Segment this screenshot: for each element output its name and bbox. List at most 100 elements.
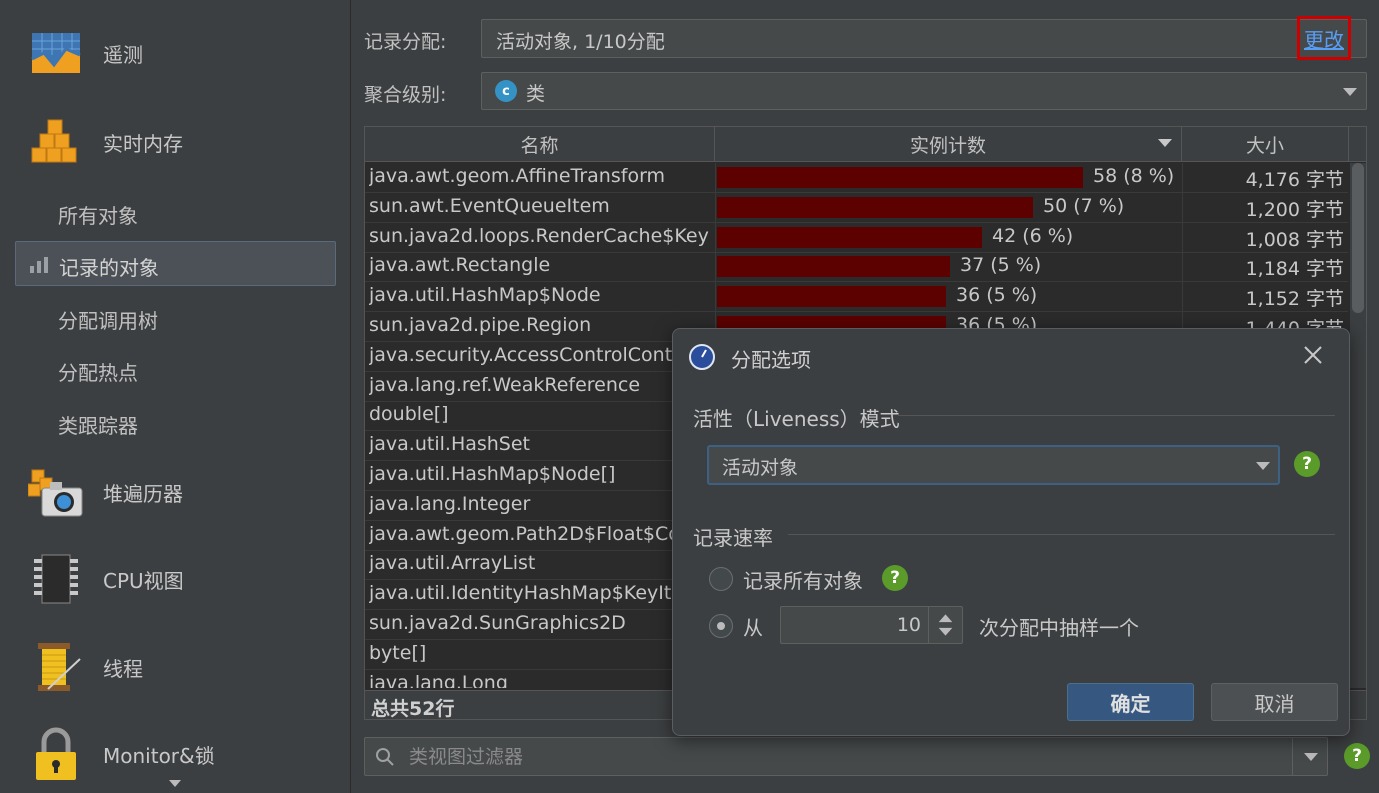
- sidebar-item-class-tracker[interactable]: 类跟踪器: [58, 410, 138, 439]
- sample-suffix-label: 次分配中抽样一个: [979, 616, 1139, 640]
- class-view-filter: [364, 737, 1328, 776]
- table-row[interactable]: java.awt.Rectangle 37 (5 %) 1,184 字节: [365, 252, 1348, 283]
- sidebar-item-label: 实时内存: [103, 131, 183, 156]
- cpu-chip-icon: [34, 554, 78, 604]
- table-scrollbar[interactable]: [1350, 163, 1366, 688]
- help-icon[interactable]: ?: [1294, 451, 1320, 477]
- sidebar: 遥测 实时内存 所有对象 记录的对象 分配调用树 分配热点 类跟踪器 堆遍历器: [0, 0, 351, 793]
- sample-prefix-label: 从: [743, 616, 763, 640]
- bar-chart-icon: [30, 257, 48, 273]
- class-name-cell: sun.awt.EventQueueItem: [369, 194, 610, 217]
- instance-count-bar: [717, 256, 950, 278]
- sidebar-item-allocation-call-tree[interactable]: 分配调用树: [58, 305, 158, 334]
- sidebar-item-telemetry[interactable]: 遥测: [0, 18, 351, 88]
- table-row[interactable]: sun.java2d.loops.RenderCache$Key 42 (6 %)…: [365, 223, 1348, 253]
- class-name-cell: java.util.HashMap$Node: [369, 284, 601, 307]
- instance-count-cell: 37 (5 %): [960, 254, 1042, 277]
- spinner-arrows-icon[interactable]: [928, 607, 962, 643]
- filter-history-dropdown[interactable]: [1292, 737, 1328, 776]
- aggregation-level-value: 类: [526, 83, 546, 105]
- sidebar-item-all-objects[interactable]: 所有对象: [58, 200, 138, 229]
- instance-count-cell: 50 (7 %): [1043, 194, 1125, 217]
- help-icon[interactable]: ?: [1344, 743, 1370, 769]
- record-all-radio[interactable]: [709, 567, 733, 591]
- class-name-cell: java.util.IdentityHashMap$KeyIterator: [369, 582, 709, 605]
- sidebar-item-live-memory[interactable]: 实时内存: [0, 107, 351, 177]
- class-name-cell: java.util.HashMap$Node[]: [369, 463, 616, 485]
- table-row[interactable]: sun.awt.EventQueueItem 50 (7 %) 1,200 字节: [365, 193, 1348, 223]
- instance-count-cell: 58 (8 %): [1093, 165, 1175, 187]
- column-header-size[interactable]: 大小: [1182, 127, 1349, 162]
- group-separator: [898, 415, 1335, 416]
- scroll-down-arrow-icon[interactable]: [169, 780, 181, 787]
- sidebar-item-label: CPU视图: [103, 568, 184, 593]
- sidebar-item-label: 线程: [103, 656, 143, 681]
- sidebar-item-threads[interactable]: 线程: [0, 632, 351, 702]
- sidebar-item-monitors-locks[interactable]: Monitor&锁: [0, 719, 351, 789]
- class-name-cell: sun.java2d.loops.RenderCache$Key: [369, 224, 709, 247]
- sample-rate-spinner: [780, 606, 963, 644]
- chevron-down-icon: [1304, 753, 1318, 761]
- chevron-down-icon: [1256, 462, 1270, 470]
- column-header-name[interactable]: 名称: [365, 127, 715, 162]
- liveness-mode-select[interactable]: 活动对象: [707, 445, 1280, 485]
- class-name-cell: java.security.AccessControlContext: [369, 343, 703, 366]
- instance-count-bar: [717, 196, 1033, 218]
- class-name-cell: sun.java2d.SunGraphics2D: [369, 612, 626, 634]
- class-name-cell: byte[]: [369, 641, 427, 664]
- recording-rate-group-title: 记录速率: [693, 526, 773, 550]
- sidebar-item-allocation-hot-spots[interactable]: 分配热点: [58, 357, 138, 386]
- sidebar-item-recorded-objects[interactable]: 记录的对象: [15, 241, 336, 286]
- change-link[interactable]: 更改: [1297, 16, 1351, 60]
- aggregation-level-select[interactable]: c 类: [481, 72, 1367, 110]
- close-icon[interactable]: [1301, 343, 1325, 367]
- table-row[interactable]: java.util.HashMap$Node 36 (5 %) 1,152 字节: [365, 282, 1348, 313]
- sidebar-item-cpu-views[interactable]: CPU视图: [0, 544, 351, 614]
- gauge-icon: [689, 344, 715, 370]
- class-name-cell: java.lang.Integer: [369, 492, 531, 515]
- class-name-cell: double[]: [369, 403, 449, 426]
- sidebar-item-label: Monitor&锁: [103, 743, 215, 768]
- instance-count-cell: 36 (5 %): [956, 284, 1038, 307]
- group-separator: [788, 534, 1335, 535]
- class-name-cell: java.lang.ref.WeakReference: [369, 373, 641, 396]
- size-cell: 1,200 字节: [1245, 198, 1344, 221]
- live-memory-icon: [31, 119, 77, 163]
- dialog-title: 分配选项: [731, 348, 811, 372]
- filter-input[interactable]: [409, 742, 1289, 771]
- search-icon[interactable]: [375, 747, 395, 767]
- column-header-instance-count[interactable]: 实例计数: [715, 127, 1182, 162]
- sample-radio[interactable]: [709, 614, 733, 638]
- record-allocations-field: 活动对象, 1/10分配: [481, 19, 1367, 58]
- cancel-button[interactable]: 取消: [1211, 683, 1338, 721]
- liveness-group-title: 活性（Liveness）模式: [693, 407, 900, 431]
- telemetry-icon: [31, 33, 81, 73]
- scrollbar-thumb[interactable]: [1352, 163, 1364, 313]
- help-icon[interactable]: ?: [882, 565, 908, 591]
- instance-count-cell: 42 (6 %): [992, 224, 1074, 247]
- aggregation-level-label: 聚合级别:: [364, 84, 447, 106]
- padlock-icon: [36, 727, 76, 780]
- size-cell: 1,152 字节: [1245, 288, 1344, 311]
- table-header: 名称 实例计数 大小: [365, 127, 1366, 162]
- chevron-down-icon: [1343, 88, 1357, 96]
- instance-count-bar: [717, 167, 1083, 188]
- sidebar-item-label: 遥测: [103, 42, 143, 67]
- table-row[interactable]: java.awt.geom.AffineTransform 58 (8 %) 4,1…: [365, 163, 1348, 193]
- sidebar-item-label: 记录的对象: [59, 256, 159, 280]
- instance-count-bar: [717, 226, 982, 248]
- ok-button[interactable]: 确定: [1067, 683, 1194, 721]
- record-allocations-label: 记录分配:: [364, 31, 447, 53]
- size-cell: 1,008 字节: [1245, 228, 1344, 251]
- heap-walker-icon: [28, 469, 83, 517]
- sidebar-item-heap-walker[interactable]: 堆遍历器: [0, 457, 351, 527]
- class-name-cell: java.lang.Long: [369, 671, 508, 688]
- allocation-options-dialog: 分配选项 活性（Liveness）模式 活动对象 ? 记录速率 记录所有对象 ?…: [672, 328, 1350, 736]
- column-header-label: 实例计数: [909, 135, 986, 157]
- liveness-mode-value: 活动对象: [722, 457, 799, 479]
- class-name-cell: java.awt.geom.Path2D$Float$CopyIterator: [369, 522, 709, 545]
- class-name-cell: java.awt.Rectangle: [369, 254, 551, 277]
- sort-descending-icon: [1158, 139, 1172, 147]
- class-name-cell: java.awt.geom.AffineTransform: [369, 165, 666, 187]
- sample-rate-input[interactable]: [781, 611, 921, 639]
